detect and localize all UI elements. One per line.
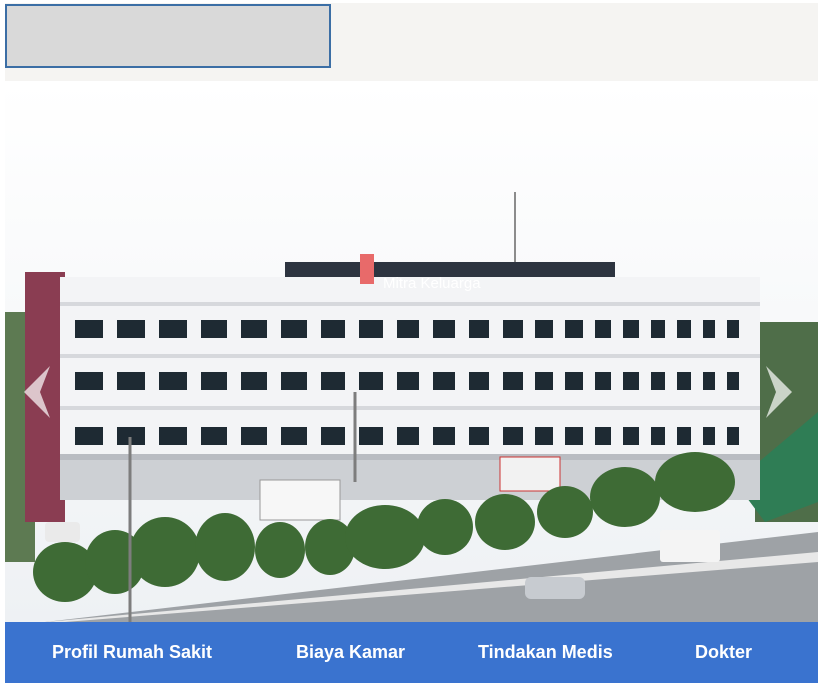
slider-prev-button[interactable] (13, 362, 59, 422)
nav-item-biaya-kamar[interactable]: Biaya Kamar (296, 642, 405, 663)
hero-image-slider: Mitra Keluarga (5, 82, 818, 622)
chevron-right-icon (766, 366, 792, 418)
building-sign-text: Mitra Keluarga (383, 275, 481, 292)
hospital-building-image: Mitra Keluarga (5, 82, 818, 622)
slider-next-button[interactable] (757, 362, 803, 422)
chevron-left-icon (24, 366, 50, 418)
main-navigation: Profil Rumah Sakit Biaya Kamar Tindakan … (5, 622, 818, 683)
search-input[interactable] (5, 4, 331, 68)
nav-item-profil-rumah-sakit[interactable]: Profil Rumah Sakit (52, 642, 212, 663)
nav-item-dokter[interactable]: Dokter (695, 642, 752, 663)
nav-item-tindakan-medis[interactable]: Tindakan Medis (478, 642, 613, 663)
top-header (5, 3, 818, 81)
